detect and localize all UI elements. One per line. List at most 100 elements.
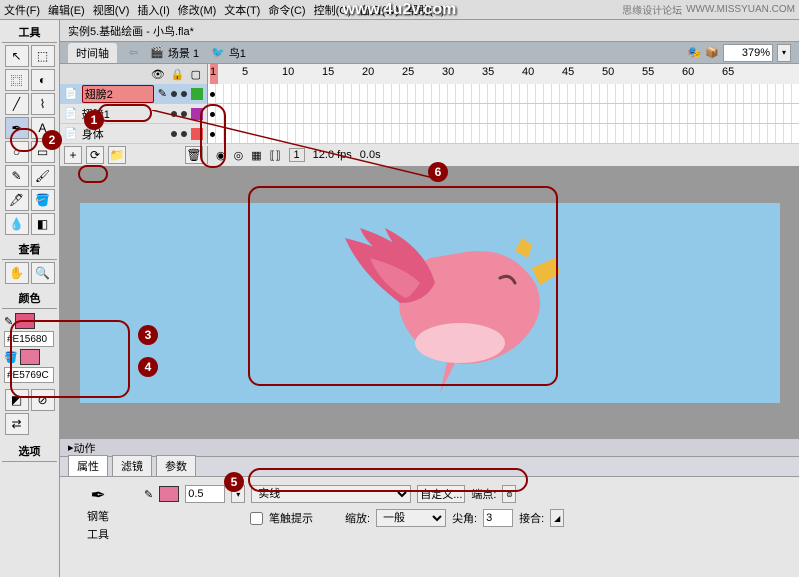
eyedropper-tool[interactable]: 💧 (5, 213, 29, 235)
lasso-tool[interactable]: ⌇ (31, 93, 55, 115)
zoom-input[interactable] (723, 44, 773, 62)
layer-color-chip[interactable] (191, 128, 203, 140)
lock-dot[interactable] (181, 111, 187, 117)
callout-2: 2 (42, 130, 62, 150)
pencil-tool[interactable]: ✎ (5, 165, 29, 187)
pen-tool[interactable]: ✒ (5, 117, 29, 139)
stroke-style-select[interactable]: 实线 (251, 485, 411, 503)
ink-tool[interactable]: 🖋 (5, 189, 29, 211)
tab-filters[interactable]: 滤镜 (112, 455, 152, 476)
menu-edit[interactable]: 编辑(E) (48, 2, 85, 18)
layer-name: 翅膀2 (82, 85, 154, 103)
join-label: 接合: (519, 510, 544, 526)
layer-row[interactable]: 📄 身体 (60, 124, 207, 144)
hand-tool[interactable]: ✋ (5, 262, 29, 284)
fill-hex-input[interactable] (4, 367, 54, 383)
tab-properties[interactable]: 属性 (68, 455, 108, 476)
lock-dot[interactable] (181, 131, 187, 137)
edit-multi-icon[interactable]: ▦ (251, 149, 261, 162)
keyframe[interactable] (210, 132, 215, 137)
add-layer-btn[interactable]: + (64, 146, 82, 164)
toolbox: 工具 ↖ ⬚ ⿴ ◐ ╱ ⌇ ✒ A ○ ▭ ✎ 🖌 🖋 🪣 💧 ◧ 查看 (0, 20, 60, 577)
stroke-weight-input[interactable] (185, 485, 225, 503)
zoom-dropdown[interactable]: ▾ (777, 44, 791, 62)
symbol-crumb[interactable]: 🐦 鸟1 (211, 45, 246, 61)
pen-icon: ✒ (90, 485, 105, 506)
tool-identifier: ✒ 钢笔 工具 (68, 485, 128, 542)
symbol-label: 鸟1 (229, 45, 246, 61)
fill-swatch[interactable] (20, 349, 40, 365)
menu-insert[interactable]: 插入(I) (137, 2, 169, 18)
keyframe[interactable] (210, 112, 215, 117)
menu-file[interactable]: 文件(F) (4, 2, 40, 18)
outline-icon[interactable]: ▢ (191, 68, 201, 81)
no-color-btn[interactable]: ⊘ (31, 389, 55, 411)
zoom-tool[interactable]: 🔍 (31, 262, 55, 284)
menu-modify[interactable]: 修改(M) (178, 2, 217, 18)
onion-outline-icon[interactable]: ◎ (234, 149, 244, 162)
fill-color-row: 🪣 (4, 349, 55, 365)
subselect-tool[interactable]: ⬚ (31, 45, 55, 67)
join-dropdown[interactable]: ◢ (550, 509, 564, 527)
selection-tool[interactable]: ↖ (5, 45, 29, 67)
back-icon[interactable]: ⇦ (129, 46, 138, 59)
eraser-tool[interactable]: ◧ (31, 213, 55, 235)
visible-dot[interactable] (171, 131, 177, 137)
frame-grid[interactable] (208, 84, 799, 144)
miter-input[interactable] (483, 509, 513, 527)
lock-dot[interactable] (181, 91, 187, 97)
timeline-tab[interactable]: 时间轴 (68, 43, 117, 63)
eye-icon[interactable]: 👁 (151, 68, 165, 81)
add-folder-btn[interactable]: 📁 (108, 146, 126, 164)
symbol-icon: 🐦 (211, 46, 225, 59)
stage-viewport[interactable] (60, 168, 799, 437)
scene-crumb[interactable]: 🎬 场景 1 (150, 45, 199, 61)
onion-icon[interactable]: ◉ (216, 149, 226, 162)
options-section-label: 选项 (2, 441, 57, 462)
tick: 5 (242, 66, 248, 78)
frame-ruler[interactable]: 1 5 10 15 20 25 30 35 40 45 50 55 60 65 (208, 64, 799, 84)
tools-section-label: 工具 (2, 22, 57, 43)
onion-marker-icon[interactable]: ⟦⟧ (270, 149, 281, 162)
time-label: 0.0s (360, 149, 381, 161)
stroke-color-swatch[interactable] (159, 486, 179, 502)
bucket-tool[interactable]: 🪣 (31, 189, 55, 211)
stroke-pencil-icon: ✎ (144, 488, 153, 501)
visible-dot[interactable] (171, 91, 177, 97)
layer-row[interactable]: 📄 翅膀2 ✎ (60, 84, 207, 104)
line-tool[interactable]: ╱ (5, 93, 29, 115)
custom-stroke-btn[interactable]: 自定义... (417, 485, 465, 503)
gradient-tool[interactable]: ◐ (31, 69, 55, 91)
oval-tool[interactable]: ○ (5, 141, 29, 163)
layer-row[interactable]: 📄 翅膀1 (60, 104, 207, 124)
delete-layer-btn[interactable]: 🗑 (185, 146, 203, 164)
layer-color-chip[interactable] (191, 108, 203, 120)
default-colors-btn[interactable]: ◩ (5, 389, 29, 411)
keyframe[interactable] (210, 92, 215, 97)
tab-params[interactable]: 参数 (156, 455, 196, 476)
visible-dot[interactable] (171, 111, 177, 117)
timeline-panel: 👁 🔒 ▢ 1 5 10 15 20 25 30 35 40 (60, 64, 799, 168)
stage-canvas[interactable] (80, 203, 780, 403)
edit-symbol-icon[interactable]: 📦 (705, 46, 719, 59)
stroke-swatch[interactable] (15, 313, 35, 329)
tick: 15 (322, 66, 334, 78)
properties-tabs: 属性 滤镜 参数 (60, 457, 799, 477)
lock-icon[interactable]: 🔒 (171, 68, 185, 81)
scale-select[interactable]: 一般 (376, 509, 446, 527)
brush-tool[interactable]: 🖌 (31, 165, 55, 187)
free-transform-tool[interactable]: ⿴ (5, 69, 29, 91)
add-guide-btn[interactable]: ⟳ (86, 146, 104, 164)
menu-commands[interactable]: 命令(C) (268, 2, 305, 18)
swap-colors-btn[interactable]: ⇄ (5, 413, 29, 435)
cap-dropdown[interactable]: ⊜ (502, 485, 516, 503)
document-title: 实例5.基础绘画 - 小鸟.fla* (68, 23, 194, 39)
menu-view[interactable]: 视图(V) (93, 2, 130, 18)
document-tab[interactable]: 实例5.基础绘画 - 小鸟.fla* (60, 20, 799, 42)
stroke-hex-input[interactable] (4, 331, 54, 347)
tick: 40 (522, 66, 534, 78)
edit-scene-icon[interactable]: 🎭 (688, 46, 702, 59)
layer-color-chip[interactable] (191, 88, 203, 100)
stroke-hint-checkbox[interactable] (250, 512, 263, 525)
menu-text[interactable]: 文本(T) (224, 2, 260, 18)
